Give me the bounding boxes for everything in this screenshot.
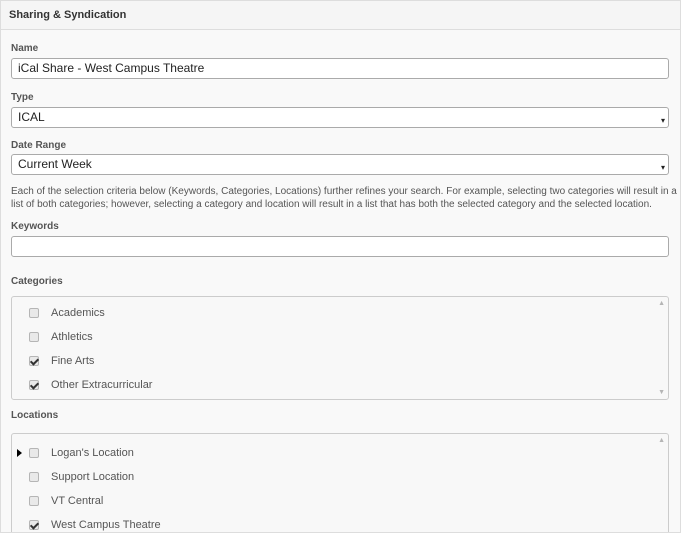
- chevron-down-icon: ▾: [660, 116, 665, 125]
- name-input[interactable]: iCal Share - West Campus Theatre: [11, 58, 669, 79]
- sharing-syndication-panel: Sharing & Syndication Name iCal Share - …: [0, 0, 681, 533]
- scroll-down-icon[interactable]: ▼: [658, 389, 665, 396]
- locations-listbox[interactable]: Logan's Location Support Location VT Cen…: [11, 433, 669, 532]
- categories-label: Categories: [11, 276, 63, 287]
- location-checkbox[interactable]: [29, 496, 39, 506]
- keywords-label: Keywords: [11, 221, 59, 232]
- location-item-label: West Campus Theatre: [51, 519, 161, 531]
- location-item-label: VT Central: [51, 495, 104, 507]
- type-select[interactable]: ICAL ▾: [11, 107, 669, 128]
- category-item-label: Fine Arts: [51, 355, 95, 367]
- location-checkbox[interactable]: [29, 520, 39, 530]
- type-select-value: ICAL: [18, 110, 45, 124]
- date-range-select-value: Current Week: [18, 157, 92, 171]
- location-checkbox[interactable]: [29, 472, 39, 482]
- location-item-label: Logan's Location: [51, 447, 134, 459]
- categories-listbox[interactable]: Academics Athletics Fine Arts Other Extr…: [11, 296, 669, 400]
- location-item-label: Support Location: [51, 471, 135, 483]
- scroll-up-icon[interactable]: ▲: [658, 300, 665, 307]
- keywords-input[interactable]: [11, 236, 669, 257]
- locations-label: Locations: [11, 410, 59, 421]
- scroll-up-icon[interactable]: ▲: [658, 437, 665, 444]
- date-range-select[interactable]: Current Week ▾: [11, 154, 669, 175]
- date-range-label: Date Range: [11, 140, 67, 151]
- panel-title: Sharing & Syndication: [1, 1, 680, 30]
- type-label: Type: [11, 92, 34, 103]
- chevron-down-icon: ▾: [660, 163, 665, 172]
- category-item-label: Other Extracurricular: [51, 379, 153, 391]
- expand-arrow-icon[interactable]: [17, 449, 22, 457]
- name-label: Name: [11, 43, 39, 54]
- category-item-label: Academics: [51, 307, 105, 319]
- category-checkbox[interactable]: [29, 332, 39, 342]
- category-checkbox[interactable]: [29, 380, 39, 390]
- category-checkbox[interactable]: [29, 308, 39, 318]
- category-checkbox[interactable]: [29, 356, 39, 366]
- category-item-label: Athletics: [51, 331, 93, 343]
- location-checkbox[interactable]: [29, 448, 39, 458]
- selection-help-text: Each of the selection criteria below (Ke…: [11, 186, 677, 210]
